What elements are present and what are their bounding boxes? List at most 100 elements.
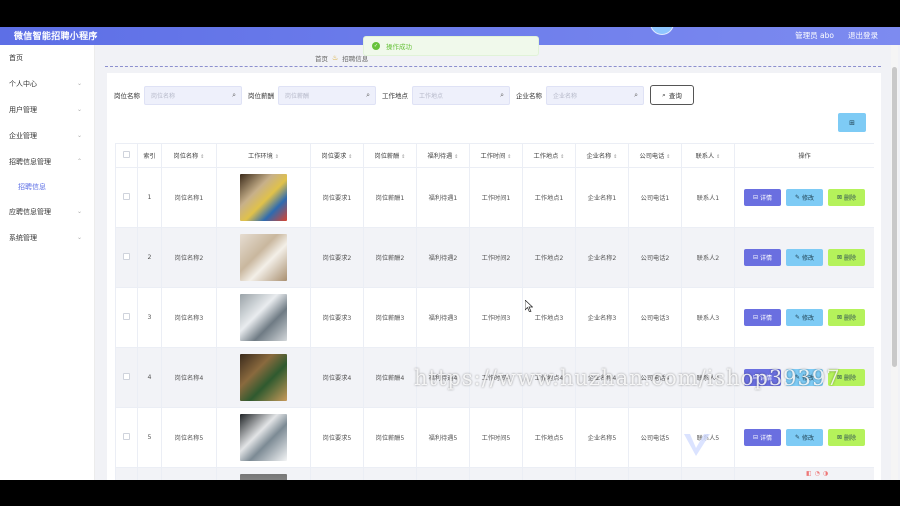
delete-button-label: 删除 bbox=[844, 315, 857, 322]
delete-button[interactable]: ⊠ 删除 bbox=[828, 189, 865, 206]
row-select[interactable] bbox=[115, 227, 138, 288]
edit-icon: ✎ bbox=[794, 314, 800, 321]
breadcrumb: 首页 ♨ 招聘信息 bbox=[315, 53, 368, 63]
header-welfare[interactable]: 福利待遇 ⇕ bbox=[416, 143, 470, 168]
header-label: 联系人 bbox=[695, 153, 715, 160]
cell-company: 企业名称5 bbox=[575, 407, 629, 468]
header-environment[interactable]: 工作环境 ⇕ bbox=[216, 143, 311, 168]
sort-icon[interactable]: ⇕ bbox=[200, 154, 204, 160]
scrollbar-thumb[interactable] bbox=[892, 67, 897, 367]
sidebar-item-home[interactable]: 首页 bbox=[0, 45, 94, 71]
sidebar-item-users[interactable]: 用户管理 ⌄ bbox=[0, 97, 94, 123]
sidebar-subitem-job-info[interactable]: 招聘信息 bbox=[0, 175, 94, 199]
detail-button[interactable]: ⊟ 详情 bbox=[744, 309, 781, 326]
detail-button[interactable]: ⊟ 详情 bbox=[744, 189, 781, 206]
checkbox[interactable] bbox=[123, 193, 130, 200]
admin-user-label: 管理员 abo bbox=[795, 31, 834, 40]
edit-button[interactable]: ✎ 修改 bbox=[786, 429, 823, 446]
checkbox[interactable] bbox=[123, 433, 130, 440]
edit-button[interactable]: ✎ 修改 bbox=[786, 309, 823, 326]
header-time[interactable]: 工作时间 ⇕ bbox=[469, 143, 523, 168]
cell-name: 岗位名称5 bbox=[161, 407, 217, 468]
add-button[interactable]: ⊞ bbox=[838, 113, 866, 132]
sort-icon[interactable]: ⇕ bbox=[348, 154, 352, 160]
cell-company: 企业名称3 bbox=[575, 287, 629, 348]
header-contact[interactable]: 联系人 ⇕ bbox=[681, 143, 735, 168]
header-requirement[interactable]: 岗位要求 ⇕ bbox=[310, 143, 364, 168]
table-cell bbox=[363, 467, 417, 480]
sort-icon[interactable]: ⇕ bbox=[560, 154, 564, 160]
cell-salary: 岗位薪酬5 bbox=[363, 407, 417, 468]
workplace-photo[interactable] bbox=[240, 414, 287, 461]
header-select-all[interactable] bbox=[115, 143, 138, 168]
sort-icon[interactable]: ⇕ bbox=[716, 154, 720, 160]
sort-icon[interactable]: ⇕ bbox=[275, 154, 279, 160]
search-input-salary[interactable]: 岗位薪酬 ⌕ bbox=[278, 85, 376, 105]
delete-button[interactable]: ⊠ 删除 bbox=[828, 249, 865, 266]
checkbox[interactable] bbox=[123, 313, 130, 320]
chevron-down-icon: ⌄ bbox=[76, 106, 82, 113]
sidebar: 首页 个人中心 ⌄ 用户管理 ⌄ 企业管理 ⌄ 招聘信息管理 ⌃ 招聘信息 应聘信息管理… bbox=[0, 45, 95, 480]
table-header-row: 索引 岗位名称 ⇕ 工作环境 ⇕ 岗位要求 ⇕ 岗位薪酬 ⇕ 福利待遇 ⇕ 工作时间 ⇕ 工… bbox=[115, 143, 874, 168]
row-select[interactable] bbox=[115, 167, 138, 228]
sidebar-item-companies[interactable]: 企业管理 ⌄ bbox=[0, 123, 94, 149]
sidebar-item-applications[interactable]: 应聘信息管理 ⌄ bbox=[0, 199, 94, 225]
trash-icon: ⊠ bbox=[836, 434, 842, 441]
delete-button-label: 删除 bbox=[844, 195, 857, 202]
row-select[interactable] bbox=[115, 347, 138, 408]
sidebar-item-jobs[interactable]: 招聘信息管理 ⌃ bbox=[0, 149, 94, 175]
search-input-company[interactable]: 企业名称 ⌕ bbox=[546, 85, 644, 105]
sort-icon[interactable]: ⇕ bbox=[401, 154, 405, 160]
workplace-photo[interactable] bbox=[240, 234, 287, 281]
workplace-photo[interactable] bbox=[240, 354, 287, 401]
header-phone[interactable]: 公司电话 ⇕ bbox=[628, 143, 682, 168]
header-company[interactable]: 企业名称 ⇕ bbox=[575, 143, 629, 168]
header-name[interactable]: 岗位名称 ⇕ bbox=[161, 143, 217, 168]
edit-button[interactable]: ✎ 修改 bbox=[786, 249, 823, 266]
checkbox[interactable] bbox=[123, 253, 130, 260]
search-icon: ⌕ bbox=[634, 90, 638, 99]
sort-icon[interactable]: ⇕ bbox=[507, 154, 511, 160]
edit-button-label: 修改 bbox=[802, 255, 815, 262]
detail-button[interactable]: ⊟ 详情 bbox=[744, 429, 781, 446]
header-place[interactable]: 工作地点 ⇕ bbox=[522, 143, 576, 168]
delete-button[interactable]: ⊠ 删除 bbox=[828, 309, 865, 326]
search-placeholder: 企业名称 bbox=[553, 92, 578, 100]
delete-button[interactable]: ⊠ 删除 bbox=[828, 429, 865, 446]
avatar[interactable] bbox=[650, 27, 674, 35]
workplace-photo[interactable] bbox=[240, 174, 287, 221]
sidebar-item-system[interactable]: 系统管理 ⌄ bbox=[0, 225, 94, 251]
checkbox[interactable] bbox=[123, 373, 130, 380]
header-salary[interactable]: 岗位薪酬 ⇕ bbox=[363, 143, 417, 168]
edit-button[interactable]: ✎ 修改 bbox=[786, 189, 823, 206]
workplace-photo[interactable] bbox=[240, 474, 287, 480]
search-placeholder: 岗位薪酬 bbox=[285, 92, 310, 100]
row-select[interactable] bbox=[115, 287, 138, 348]
checkbox[interactable] bbox=[123, 151, 130, 158]
sort-icon[interactable]: ⇕ bbox=[454, 154, 458, 160]
query-button[interactable]: ⌕ 查询 bbox=[650, 85, 694, 105]
header-actions: 操作 bbox=[734, 143, 874, 168]
row-select[interactable] bbox=[115, 407, 138, 468]
row-actions: ⊟ 详情 ✎ 修改 ⊠ 删除 bbox=[736, 309, 874, 326]
logout-link[interactable]: 退出登录 bbox=[848, 30, 878, 41]
detail-icon: ⊟ bbox=[752, 314, 758, 321]
search-input-place[interactable]: 工作地点 ⌕ bbox=[412, 85, 510, 105]
breadcrumb-home[interactable]: 首页 bbox=[315, 53, 328, 63]
search-input-name[interactable]: 岗位名称 ⌕ bbox=[144, 85, 242, 105]
sidebar-item-label: 应聘信息管理 bbox=[9, 208, 51, 216]
tray-icon: ◧ bbox=[806, 470, 812, 477]
search-icon: ⌕ bbox=[662, 90, 666, 99]
sidebar-item-profile[interactable]: 个人中心 ⌄ bbox=[0, 71, 94, 97]
cell-place: 工作地点5 bbox=[522, 407, 576, 468]
table-row-partial bbox=[115, 467, 874, 480]
workplace-photo[interactable] bbox=[240, 294, 287, 341]
detail-button[interactable]: ⊟ 详情 bbox=[744, 249, 781, 266]
cell-company: 企业名称2 bbox=[575, 227, 629, 288]
success-toast: ✓ 操作成功 bbox=[363, 36, 539, 56]
cell-index: 1 bbox=[137, 167, 162, 228]
table-cell bbox=[161, 467, 217, 480]
sort-icon[interactable]: ⇕ bbox=[666, 154, 670, 160]
sort-icon[interactable]: ⇕ bbox=[613, 154, 617, 160]
delete-button-label: 删除 bbox=[844, 435, 857, 442]
